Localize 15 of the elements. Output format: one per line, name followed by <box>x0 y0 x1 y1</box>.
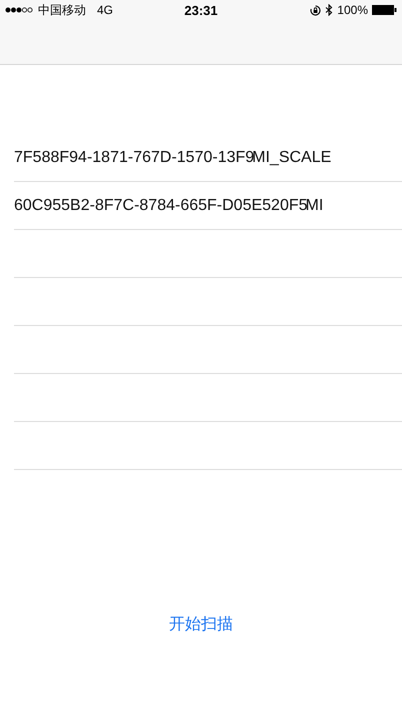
bluetooth-icon <box>325 4 334 16</box>
device-row[interactable]: 7F588F94-1871-767D-1570-13F9MI_SCALE <box>14 134 402 182</box>
rotation-lock-icon <box>310 4 322 16</box>
signal-icon <box>5 7 33 13</box>
device-uuid: 60C955B2-8F7C-8784-665F-D05E520F5 <box>14 196 308 214</box>
device-name: MI_SCALE <box>252 148 332 166</box>
device-row[interactable]: 60C955B2-8F7C-8784-665F-D05E520F5MI <box>14 182 402 230</box>
device-uuid: 7F588F94-1871-767D-1570-13F9 <box>14 148 254 166</box>
battery-icon <box>372 5 397 15</box>
clock-time: 23:31 <box>184 2 218 18</box>
carrier-name: 中国移动 <box>38 2 86 18</box>
start-scan-button[interactable]: 开始扫描 <box>161 610 241 638</box>
device-name: MI <box>306 196 324 214</box>
network-type: 4G <box>97 3 114 17</box>
battery-percentage: 100% <box>337 3 368 17</box>
